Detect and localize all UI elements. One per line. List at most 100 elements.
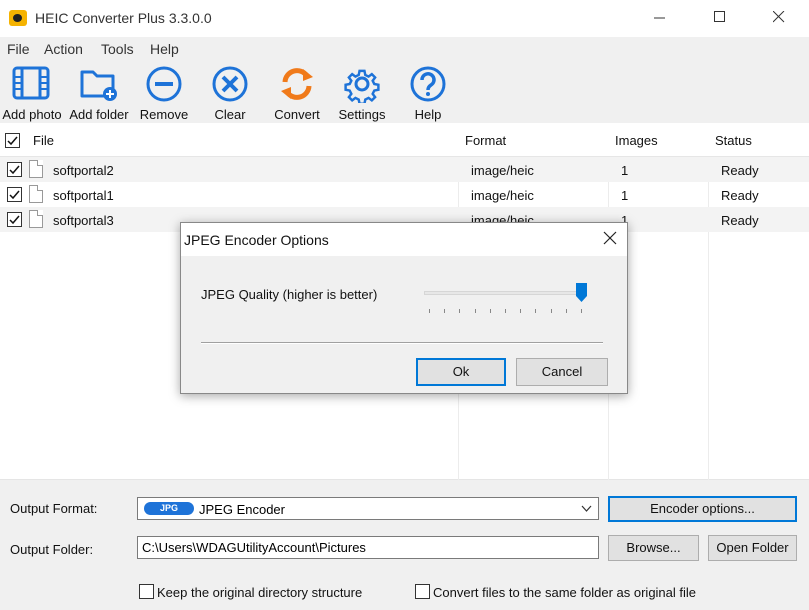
film-icon bbox=[12, 66, 50, 100]
close-icon bbox=[773, 11, 785, 23]
same-folder-checkbox[interactable] bbox=[415, 584, 430, 599]
table-row[interactable]: softportal2 image/heic 1 Ready bbox=[0, 157, 809, 182]
menu-file[interactable]: File bbox=[7, 41, 30, 57]
app-icon bbox=[9, 10, 27, 26]
clear-label: Clear bbox=[214, 107, 246, 122]
chevron-down-icon bbox=[581, 505, 592, 512]
remove-button[interactable]: Remove bbox=[138, 65, 190, 123]
grid-header: File Format Images Status bbox=[0, 123, 809, 157]
select-all-checkbox[interactable] bbox=[5, 133, 20, 148]
maximize-icon bbox=[714, 11, 725, 22]
jpg-badge: JPG bbox=[144, 502, 194, 515]
output-format-select[interactable]: JPG JPEG Encoder bbox=[137, 497, 599, 520]
row-checkbox[interactable] bbox=[7, 187, 22, 202]
remove-label: Remove bbox=[139, 107, 189, 122]
minimize-button[interactable] bbox=[637, 0, 683, 37]
slider-tick bbox=[444, 309, 446, 313]
row-format: image/heic bbox=[471, 188, 534, 203]
keep-structure-checkbox[interactable] bbox=[139, 584, 154, 599]
add-folder-button[interactable]: Add folder bbox=[68, 65, 130, 123]
header-status[interactable]: Status bbox=[715, 133, 752, 148]
output-format-value: JPEG Encoder bbox=[199, 502, 285, 517]
row-file: softportal2 bbox=[53, 163, 114, 178]
close-icon[interactable] bbox=[603, 231, 617, 245]
output-folder-input[interactable]: C:\Users\WDAGUtilityAccount\Pictures bbox=[137, 536, 599, 559]
dialog-body: JPEG Quality (higher is better) Ok Cance… bbox=[181, 256, 627, 393]
slider-tick bbox=[505, 309, 506, 313]
row-format: image/heic bbox=[471, 163, 534, 178]
folder-add-icon bbox=[80, 70, 117, 101]
file-icon bbox=[29, 185, 43, 203]
cancel-button[interactable]: Cancel bbox=[516, 358, 608, 386]
quality-label: JPEG Quality (higher is better) bbox=[201, 287, 378, 302]
encoder-options-button[interactable]: Encoder options... bbox=[608, 496, 797, 522]
checkmark-icon bbox=[9, 165, 20, 175]
settings-label: Settings bbox=[338, 107, 386, 122]
file-icon bbox=[29, 210, 43, 228]
slider-tick bbox=[474, 309, 476, 313]
keep-structure-label: Keep the original directory structure bbox=[157, 585, 363, 600]
slider-tick bbox=[520, 309, 522, 313]
help-button[interactable]: Help bbox=[406, 65, 450, 123]
menu-help[interactable]: Help bbox=[150, 41, 179, 57]
header-images[interactable]: Images bbox=[615, 133, 658, 148]
add-photo-button[interactable]: Add photo bbox=[2, 65, 62, 123]
row-images: 1 bbox=[621, 163, 629, 178]
window-title: HEIC Converter Plus 3.3.0.0 bbox=[35, 10, 212, 26]
row-status: Ready bbox=[721, 163, 759, 178]
gear-icon bbox=[344, 69, 380, 103]
slider-tick bbox=[565, 309, 567, 313]
ok-button[interactable]: Ok bbox=[416, 358, 506, 386]
minus-circle-icon bbox=[146, 66, 182, 102]
row-status: Ready bbox=[721, 213, 759, 228]
dialog-separator bbox=[201, 342, 603, 344]
menu-bar: File Action Tools Help bbox=[0, 37, 809, 61]
quality-slider-thumb[interactable] bbox=[576, 283, 587, 302]
convert-button[interactable]: Convert bbox=[270, 65, 324, 123]
dialog-title: JPEG Encoder Options bbox=[184, 232, 329, 248]
table-row[interactable]: softportal1 image/heic 1 Ready bbox=[0, 182, 809, 207]
minimize-icon bbox=[654, 17, 665, 19]
menu-action[interactable]: Action bbox=[44, 41, 83, 57]
slider-tick bbox=[550, 309, 552, 313]
row-images: 1 bbox=[621, 188, 629, 203]
same-folder-label: Convert files to the same folder as orig… bbox=[433, 585, 697, 600]
row-status: Ready bbox=[721, 188, 759, 203]
question-icon bbox=[410, 66, 446, 102]
title-bar: HEIC Converter Plus 3.3.0.0 bbox=[0, 0, 809, 37]
slider-tick bbox=[459, 309, 461, 313]
output-panel: Output Format: JPG JPEG Encoder Encoder … bbox=[0, 480, 809, 610]
quality-slider-track[interactable] bbox=[424, 291, 587, 295]
output-format-label: Output Format: bbox=[10, 501, 98, 516]
slider-tick bbox=[429, 309, 430, 313]
add-photo-label: Add photo bbox=[2, 107, 62, 122]
add-folder-label: Add folder bbox=[69, 107, 129, 122]
row-file: softportal3 bbox=[53, 213, 114, 228]
file-icon bbox=[29, 160, 43, 178]
help-label: Help bbox=[414, 107, 442, 122]
row-checkbox[interactable] bbox=[7, 162, 22, 177]
clear-button[interactable]: Clear bbox=[206, 65, 254, 123]
convert-refresh-icon bbox=[281, 68, 313, 100]
jpeg-encoder-dialog: JPEG Encoder Options JPEG Quality (highe… bbox=[180, 222, 628, 394]
row-file: softportal1 bbox=[53, 188, 114, 203]
browse-button[interactable]: Browse... bbox=[608, 535, 699, 561]
row-checkbox[interactable] bbox=[7, 212, 22, 227]
toolbar: Add photo Add folder Remove Clear Conver… bbox=[0, 61, 809, 123]
checkmark-icon bbox=[9, 215, 20, 225]
maximize-button[interactable] bbox=[697, 0, 743, 37]
settings-button[interactable]: Settings bbox=[336, 65, 388, 123]
close-button[interactable] bbox=[756, 0, 802, 37]
output-folder-label: Output Folder: bbox=[10, 542, 94, 557]
open-folder-button[interactable]: Open Folder bbox=[708, 535, 797, 561]
x-circle-icon bbox=[212, 66, 248, 102]
slider-tick bbox=[489, 309, 491, 313]
header-file[interactable]: File bbox=[33, 133, 54, 148]
menu-tools[interactable]: Tools bbox=[101, 41, 134, 57]
slider-tick bbox=[581, 309, 582, 313]
convert-label: Convert bbox=[274, 107, 320, 122]
header-format[interactable]: Format bbox=[465, 133, 506, 148]
checkmark-icon bbox=[9, 190, 20, 200]
checkmark-icon bbox=[7, 136, 18, 146]
slider-tick bbox=[535, 309, 537, 313]
